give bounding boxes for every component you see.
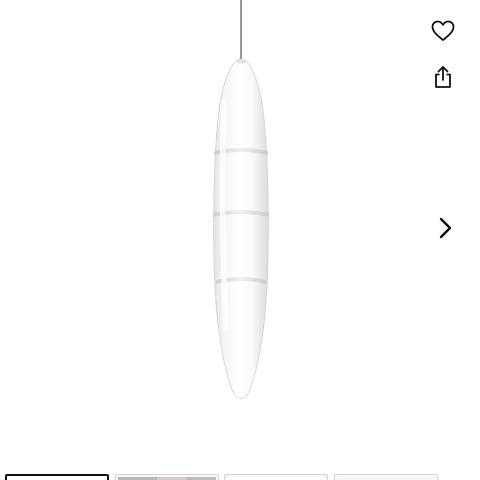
thumbnail-strip [0, 474, 480, 480]
thumbnail-2[interactable] [115, 474, 219, 480]
next-image-button[interactable] [425, 208, 465, 248]
thumbnail-3[interactable] [224, 474, 328, 480]
thumbnail-1[interactable] [5, 474, 109, 480]
thumbnail-4[interactable] [334, 474, 438, 480]
favorite-button[interactable] [423, 11, 463, 51]
heart-icon [431, 20, 455, 41]
share-icon [435, 66, 451, 88]
product-gallery [0, 0, 480, 480]
share-button[interactable] [423, 57, 463, 97]
chevron-right-icon [439, 217, 452, 239]
lamp-top-cap [236, 58, 246, 64]
product-image [213, 0, 269, 399]
